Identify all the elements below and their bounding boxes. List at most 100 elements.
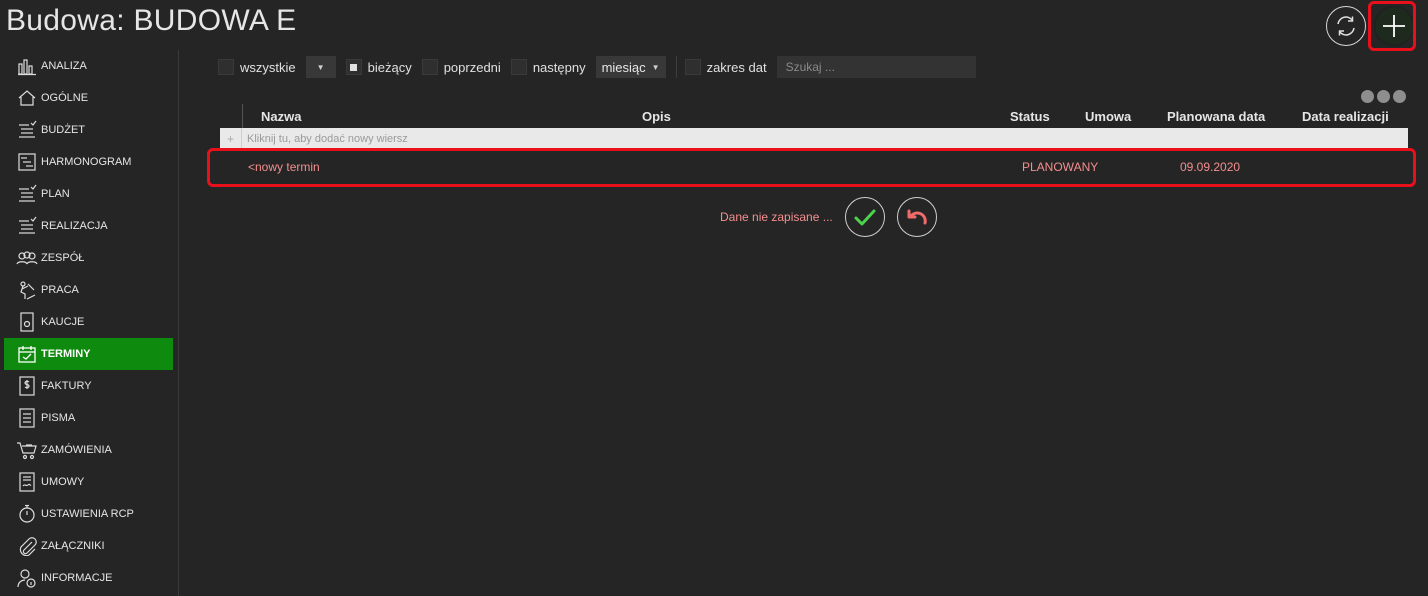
filter-all-checkbox[interactable] bbox=[218, 59, 234, 75]
sidebar-item-label: INFORMACJE bbox=[41, 572, 113, 584]
sidebar-item-label: ZESPÓŁ bbox=[41, 252, 85, 264]
filter-current-label: bieżący bbox=[367, 59, 412, 75]
home-icon bbox=[16, 87, 38, 109]
column-header-status[interactable]: Status bbox=[1010, 109, 1050, 124]
caret-down-icon: ▼ bbox=[316, 62, 325, 72]
work-icon bbox=[16, 279, 38, 301]
filter-next-checkbox[interactable] bbox=[510, 59, 527, 75]
checklist-icon bbox=[16, 183, 38, 205]
invoice-icon bbox=[16, 375, 38, 397]
save-button[interactable] bbox=[844, 197, 885, 237]
sidebar-item-label: OGÓLNE bbox=[41, 92, 89, 104]
sidebar-item-label: ZAMÓWIENIA bbox=[41, 444, 112, 456]
add-button[interactable] bbox=[1374, 6, 1414, 46]
sidebar-item-terminy[interactable]: TERMINY bbox=[4, 338, 173, 370]
sidebar-item-praca[interactable]: PRACA bbox=[4, 274, 173, 306]
filter-next[interactable]: następny bbox=[510, 59, 586, 75]
sidebar-item-label: KAUCJE bbox=[41, 316, 85, 328]
filter-date-range-checkbox[interactable] bbox=[684, 59, 701, 75]
cell-planowana-data[interactable]: 09.09.2020 bbox=[1180, 160, 1240, 174]
search-input[interactable] bbox=[776, 56, 976, 78]
paperclip-icon bbox=[16, 535, 38, 557]
sidebar-item-zamowienia[interactable]: ZAMÓWIENIA bbox=[4, 434, 173, 466]
period-dropdown[interactable]: miesiąc ▼ bbox=[595, 56, 666, 78]
filter-previous-label: poprzedni bbox=[443, 59, 501, 75]
column-header-nazwa[interactable]: Nazwa bbox=[261, 109, 301, 124]
sidebar-item-realizacja[interactable]: REALIZACJA bbox=[4, 210, 173, 242]
sidebar-item-analiza[interactable]: ANALIZA bbox=[4, 50, 173, 82]
document-icon bbox=[16, 407, 38, 429]
sidebar-item-label: PRACA bbox=[41, 284, 79, 296]
filter-next-label: następny bbox=[532, 59, 586, 75]
sidebar-item-informacje[interactable]: INFORMACJE bbox=[4, 562, 173, 594]
dot-icon bbox=[1361, 90, 1374, 103]
terms-grid: Nazwa Opis Status Umowa Planowana data D… bbox=[220, 104, 1408, 182]
refresh-icon bbox=[1337, 16, 1355, 36]
plus-icon bbox=[1383, 15, 1405, 37]
sidebar-item-faktury[interactable]: FAKTURY bbox=[4, 370, 173, 402]
sidebar-item-harmonogram[interactable]: HARMONOGRAM bbox=[4, 146, 173, 178]
schedule-icon bbox=[16, 151, 38, 173]
period-value: miesiąc bbox=[601, 59, 646, 75]
column-divider bbox=[242, 104, 243, 128]
sidebar-item-zespol[interactable]: ZESPÓŁ bbox=[4, 242, 173, 274]
dot-icon bbox=[1393, 90, 1406, 103]
filter-type-dropdown[interactable]: ▼ bbox=[305, 56, 336, 78]
team-icon bbox=[16, 247, 38, 269]
column-header-umowa[interactable]: Umowa bbox=[1085, 109, 1131, 124]
sidebar-item-label: ZAŁĄCZNIKI bbox=[41, 540, 105, 552]
sidebar-item-plan[interactable]: PLAN bbox=[4, 178, 173, 210]
deposit-icon bbox=[16, 311, 38, 333]
cell-status[interactable]: PLANOWANY bbox=[1022, 160, 1098, 174]
sidebar-item-budzet[interactable]: BUDŻET bbox=[4, 114, 173, 146]
new-row-hint: Kliknij tu, aby dodać nowy wiersz bbox=[247, 133, 408, 145]
new-row-marker-icon: + bbox=[220, 128, 242, 150]
dot-icon bbox=[1377, 90, 1390, 103]
page-title: Budowa: BUDOWA E bbox=[6, 4, 297, 37]
filter-date-range-label: zakres dat bbox=[706, 59, 767, 75]
sidebar-item-pisma[interactable]: PISMA bbox=[4, 402, 173, 434]
sidebar-item-label: UMOWY bbox=[41, 476, 85, 488]
checklist-icon bbox=[16, 215, 38, 237]
unsaved-bar: Dane nie zapisane ... bbox=[720, 197, 949, 237]
filter-date-range[interactable]: zakres dat bbox=[684, 59, 767, 75]
sidebar-item-umowy[interactable]: UMOWY bbox=[4, 466, 173, 498]
new-row[interactable]: + Kliknij tu, aby dodać nowy wiersz bbox=[220, 128, 1408, 150]
refresh-button[interactable] bbox=[1326, 6, 1366, 46]
sidebar-item-ogolne[interactable]: OGÓLNE bbox=[4, 82, 173, 114]
cell-nazwa[interactable]: <nowy termin bbox=[248, 160, 320, 174]
filter-previous-checkbox[interactable] bbox=[421, 59, 438, 75]
user-info-icon bbox=[16, 567, 38, 589]
grid-header: Nazwa Opis Status Umowa Planowana data D… bbox=[220, 104, 1408, 128]
unsaved-message: Dane nie zapisane ... bbox=[720, 210, 833, 224]
filter-previous[interactable]: poprzedni bbox=[421, 59, 501, 75]
sidebar-item-zalaczniki[interactable]: ZAŁĄCZNIKI bbox=[4, 530, 173, 562]
sidebar-item-kaucje[interactable]: KAUCJE bbox=[4, 306, 173, 338]
more-options-button[interactable] bbox=[1361, 90, 1406, 103]
sidebar-item-label: TERMINY bbox=[41, 348, 91, 360]
sidebar: ANALIZA OGÓLNE BUDŻET HARMONOGRAM PLAN R… bbox=[0, 50, 179, 596]
calendar-icon bbox=[16, 343, 38, 365]
caret-down-icon: ▼ bbox=[651, 62, 660, 72]
filter-current[interactable]: bieżący bbox=[345, 59, 412, 75]
cart-icon bbox=[16, 439, 38, 461]
sidebar-item-label: PISMA bbox=[41, 412, 76, 424]
undo-icon bbox=[907, 209, 927, 225]
sidebar-item-label: ANALIZA bbox=[41, 60, 87, 72]
column-header-opis[interactable]: Opis bbox=[642, 109, 671, 124]
table-row[interactable]: <nowy termin PLANOWANY 09.09.2020 bbox=[220, 150, 1408, 182]
sidebar-item-label: HARMONOGRAM bbox=[41, 156, 132, 168]
filter-current-checkbox[interactable] bbox=[345, 59, 362, 75]
filter-all[interactable]: wszystkie bbox=[218, 59, 296, 75]
sidebar-item-label: PLAN bbox=[41, 188, 70, 200]
stopwatch-icon bbox=[16, 503, 38, 525]
sidebar-item-ustawienia-rcp[interactable]: USTAWIENIA RCP bbox=[4, 498, 173, 530]
column-header-data-realizacji[interactable]: Data realizacji bbox=[1302, 109, 1389, 124]
check-icon bbox=[854, 209, 876, 226]
undo-button[interactable] bbox=[896, 197, 937, 237]
column-header-planowana-data[interactable]: Planowana data bbox=[1167, 109, 1265, 124]
sidebar-item-label: USTAWIENIA RCP bbox=[41, 508, 134, 520]
toolbar-divider bbox=[675, 56, 677, 78]
sidebar-item-label: FAKTURY bbox=[41, 380, 92, 392]
top-actions bbox=[1326, 6, 1414, 46]
